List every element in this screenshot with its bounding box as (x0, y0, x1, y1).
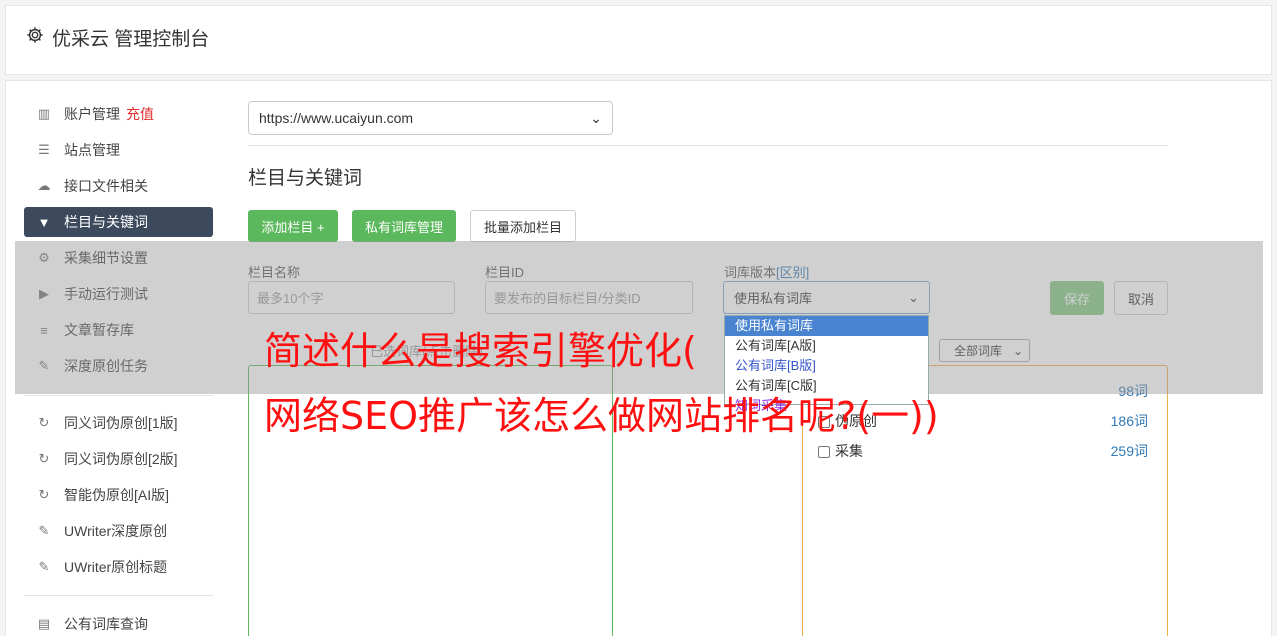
lib-count: 259词 (1110, 443, 1148, 459)
filter-icon: ▼ (37, 214, 51, 230)
book-icon: ▤ (37, 616, 51, 631)
sidebar-item-label: 同义词伪原创[1版] (64, 415, 178, 431)
divider (248, 145, 1168, 146)
header-panel: 优采云 管理控制台 (5, 5, 1272, 75)
lib-name: 采集 (818, 441, 863, 461)
lib-count: 186词 (1110, 413, 1148, 429)
edit-icon: ✎ (38, 523, 50, 538)
sidebar-item-account[interactable]: ▥ 账户管理 充值 (24, 99, 213, 129)
sidebar-item-label: UWriter深度原创 (64, 523, 168, 539)
refresh-icon: ↻ (38, 487, 50, 502)
refresh-icon: ↻ (38, 451, 50, 466)
headline-line-2: 网络SEO推广该怎么做网站排名呢?(一)) (264, 394, 939, 438)
server-icon: ☰ (38, 142, 50, 157)
bar-chart-icon: ▥ (37, 106, 51, 121)
checkbox[interactable] (818, 446, 830, 459)
dropdown-option[interactable]: 公有词库[B版] (725, 356, 928, 376)
sidebar-item-columns[interactable]: ▼ 栏目与关键词 (24, 207, 213, 237)
sidebar-item-label: 站点管理 (64, 142, 120, 158)
sidebar-item-synonym-v1[interactable]: ↻ 同义词伪原创[1版] (24, 408, 213, 438)
sidebar-item-public-lib[interactable]: ▤ 公有词库查询 (24, 609, 213, 636)
sidebar-item-interface[interactable]: ☁ 接口文件相关 (24, 171, 213, 201)
sidebar-item-label: UWriter原创标题 (64, 559, 168, 575)
site-select[interactable]: https://www.ucaiyun.com ⌄ (248, 101, 613, 135)
batch-add-button[interactable]: 批量添加栏目 (470, 210, 576, 242)
headline-line-1: 简述什么是搜索引擎优化( (264, 329, 697, 373)
sidebar-divider (24, 595, 213, 596)
sidebar-item-label: 智能伪原创[AI版] (64, 487, 170, 503)
list-item[interactable]: 采集 259词 (818, 440, 1148, 462)
sidebar-item-label: 账户管理 (64, 106, 120, 122)
add-column-button[interactable]: 添加栏目 + (248, 210, 338, 242)
sidebar-item-label: 接口文件相关 (64, 178, 148, 194)
edit-icon: ✎ (38, 559, 50, 574)
recharge-link[interactable]: 充值 (126, 104, 154, 124)
header-title-wrap: 优采云 管理控制台 (26, 24, 209, 51)
gear-icon (26, 26, 44, 50)
sidebar-item-sites[interactable]: ☰ 站点管理 (24, 135, 213, 165)
dropdown-option[interactable]: 公有词库[A版] (725, 336, 928, 356)
lib-name-text: 采集 (835, 443, 863, 459)
sidebar-item-uwriter-title[interactable]: ✎ UWriter原创标题 (24, 552, 213, 582)
sidebar-item-uwriter-original[interactable]: ✎ UWriter深度原创 (24, 516, 213, 546)
sidebar-item-synonym-v2[interactable]: ↻ 同义词伪原创[2版] (24, 444, 213, 474)
dropdown-option[interactable]: 使用私有词库 (725, 316, 928, 336)
page-title: 优采云 管理控制台 (52, 29, 210, 50)
site-select-value: https://www.ucaiyun.com (259, 110, 414, 126)
sidebar-item-ai-rewrite[interactable]: ↻ 智能伪原创[AI版] (24, 480, 213, 510)
cloud-upload-icon: ☁ (37, 178, 51, 193)
sidebar-item-label: 栏目与关键词 (64, 214, 148, 230)
sidebar-divider (24, 395, 213, 396)
private-lib-button[interactable]: 私有词库管理 (352, 210, 456, 242)
sidebar-item-label: 同义词伪原创[2版] (64, 451, 178, 467)
section-title: 栏目与关键词 (248, 168, 363, 189)
refresh-icon: ↻ (38, 415, 50, 430)
chevron-down-icon: ⌄ (590, 109, 602, 126)
sidebar-item-label: 公有词库查询 (64, 616, 148, 632)
